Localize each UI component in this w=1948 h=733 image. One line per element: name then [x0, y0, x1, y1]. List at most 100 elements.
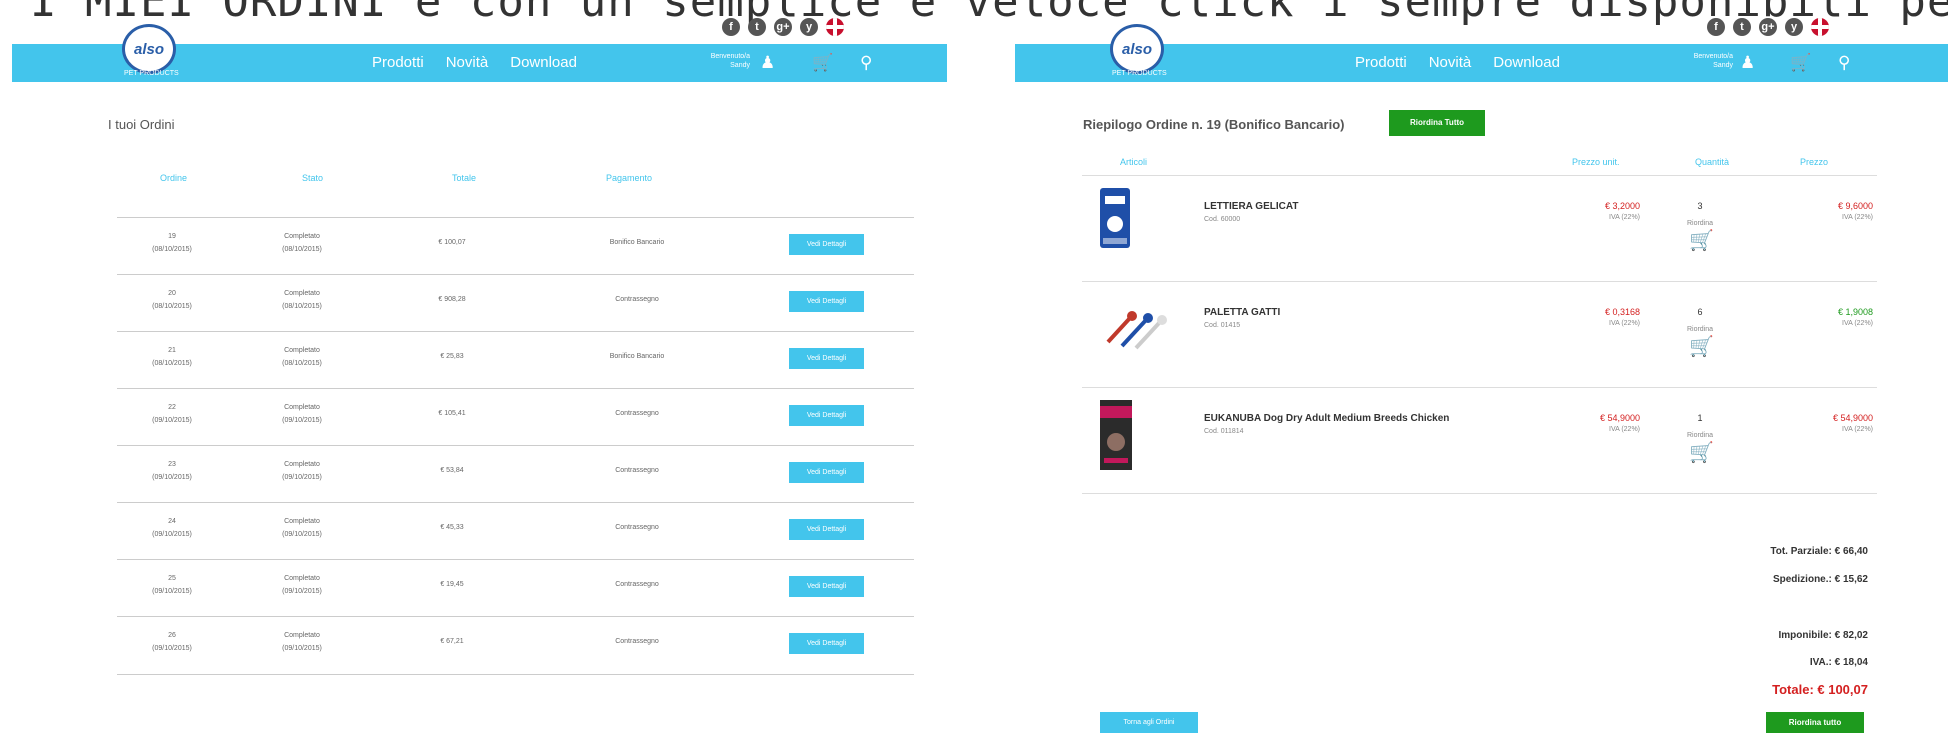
- col-quantita: Quantità: [1695, 157, 1730, 167]
- order-detail-panel: f t g+ y also PET PRODUCTS Prodotti Novi…: [1005, 0, 1948, 733]
- search-icon[interactable]: ⚲: [860, 54, 872, 72]
- col-totale: Totale: [452, 173, 477, 183]
- twitter-icon[interactable]: t: [748, 18, 766, 36]
- reorder-all-button-top[interactable]: Riordina Tutto: [1389, 110, 1485, 136]
- order-payment: Contrassegno: [615, 410, 659, 417]
- view-details-button[interactable]: Vedi Dettagli: [789, 633, 864, 654]
- view-details-button[interactable]: Vedi Dettagli: [789, 405, 864, 426]
- view-details-button[interactable]: Vedi Dettagli: [789, 519, 864, 540]
- logo-subtitle: PET PRODUCTS: [124, 70, 179, 77]
- col-articoli: Articoli: [1120, 157, 1148, 167]
- nav-download[interactable]: Download: [510, 54, 577, 71]
- item-unit-price: € 0,3168: [1604, 307, 1640, 317]
- order-total: € 105,41: [438, 410, 466, 417]
- item-unit-iva: IVA (22%): [1609, 320, 1640, 327]
- order-number: 22 (09/10/2015): [152, 404, 192, 424]
- item-name: PALETTA GATTI: [1204, 307, 1281, 318]
- item-name: EUKANUBA Dog Dry Adult Medium Breeds Chi…: [1204, 413, 1450, 424]
- order-number: 24 (09/10/2015): [152, 518, 192, 538]
- cart-icon[interactable]: 🛒: [1790, 54, 1811, 72]
- taxable-amount: Imponibile: € 82,02: [1778, 630, 1868, 641]
- item-name: LETTIERA GELICAT: [1204, 201, 1299, 212]
- order-payment: Contrassegno: [615, 638, 659, 645]
- navbar: also PET PRODUCTS Prodotti Novità Downlo…: [1015, 24, 1948, 82]
- nav-prodotti[interactable]: Prodotti: [1355, 54, 1407, 71]
- nav-download[interactable]: Download: [1493, 54, 1560, 71]
- reorder-cart-icon[interactable]: 🛒: [1689, 443, 1714, 463]
- order-status: Completato (08/10/2015): [282, 290, 322, 310]
- reorder-all-button-bottom[interactable]: Riordina tutto: [1766, 712, 1864, 733]
- nav-novita[interactable]: Novità: [446, 54, 489, 71]
- table-row: 20 (08/10/2015) Completato (08/10/2015) € …: [117, 274, 914, 332]
- cart-icon[interactable]: 🛒: [812, 54, 833, 72]
- item-unit-price: € 54,9000: [1599, 413, 1640, 423]
- item-price: € 54,9000: [1832, 413, 1873, 423]
- view-details-button[interactable]: Vedi Dettagli: [789, 348, 864, 369]
- order-total: € 45,33: [440, 524, 464, 531]
- item-qty: 1: [1697, 413, 1703, 423]
- social-icons: f t g+ y: [1707, 18, 1829, 36]
- order-payment: Contrassegno: [615, 524, 659, 531]
- view-details-button[interactable]: Vedi Dettagli: [789, 462, 864, 483]
- order-payment: Contrassegno: [615, 467, 659, 474]
- search-icon[interactable]: ⚲: [1838, 54, 1850, 72]
- logo[interactable]: also: [1110, 24, 1164, 74]
- item-price: € 9,6000: [1837, 201, 1873, 211]
- item-qty: 3: [1697, 201, 1703, 211]
- table-row: 23 (09/10/2015) Completato (09/10/2015) € …: [117, 445, 914, 503]
- navbar: also PET PRODUCTS Prodotti Novità Downlo…: [12, 24, 947, 82]
- orders-panel: f t g+ y also PET PRODUCTS Prodotti Novi…: [0, 0, 960, 733]
- reorder-cart-icon[interactable]: 🛒: [1689, 337, 1714, 357]
- uk-flag-icon[interactable]: [1811, 18, 1829, 36]
- order-item: LETTIERA GELICAT Cod. 60000 € 3,2000 IVA…: [1082, 175, 1877, 281]
- item-qty: 6: [1697, 307, 1703, 317]
- reorder-cart-icon[interactable]: 🛒: [1689, 231, 1714, 251]
- product-image-gelicat: [1100, 188, 1130, 253]
- item-unit-iva: IVA (22%): [1609, 214, 1640, 221]
- col-prezzo: Prezzo: [1800, 157, 1829, 167]
- item-unit-iva: IVA (22%): [1609, 426, 1640, 433]
- item-price: € 1,9008: [1837, 307, 1873, 317]
- social-icons: f t g+ y: [722, 18, 844, 36]
- facebook-icon[interactable]: f: [722, 18, 740, 36]
- youtube-icon[interactable]: y: [1785, 18, 1803, 36]
- user-icon[interactable]: ♟: [1740, 54, 1755, 72]
- view-details-button[interactable]: Vedi Dettagli: [789, 234, 864, 255]
- order-item: PALETTA GATTI Cod. 01415 € 0,3168 IVA (2…: [1082, 281, 1877, 387]
- order-status: Completato (09/10/2015): [282, 632, 322, 652]
- username: Sandy: [1713, 62, 1733, 69]
- back-to-orders-button[interactable]: Torna agli Ordini: [1100, 712, 1198, 733]
- logo-text: also: [1121, 40, 1152, 58]
- twitter-icon[interactable]: t: [1733, 18, 1751, 36]
- welcome-text: Benvenuto/a Sandy: [692, 52, 750, 70]
- welcome-text: Benvenuto/a Sandy: [1675, 52, 1733, 70]
- uk-flag-icon[interactable]: [826, 18, 844, 36]
- google-plus-icon[interactable]: g+: [774, 18, 792, 36]
- order-number: 25 (09/10/2015): [152, 575, 192, 595]
- table-row: 21 (08/10/2015) Completato (08/10/2015) € …: [117, 331, 914, 389]
- order-payment: Contrassegno: [615, 296, 659, 303]
- google-plus-icon[interactable]: g+: [1759, 18, 1777, 36]
- view-details-button[interactable]: Vedi Dettagli: [789, 291, 864, 312]
- logo[interactable]: also: [122, 24, 176, 74]
- vat-amount: IVA.: € 18,04: [1809, 657, 1868, 668]
- welcome-line: Benvenuto/a: [1693, 53, 1733, 60]
- order-payment: Contrassegno: [615, 581, 659, 588]
- nav-prodotti[interactable]: Prodotti: [372, 54, 424, 71]
- order-total: Totale: € 100,07: [1772, 682, 1868, 697]
- youtube-icon[interactable]: y: [800, 18, 818, 36]
- user-icon[interactable]: ♟: [760, 54, 775, 72]
- product-image-paletta: [1100, 302, 1170, 357]
- col-ordine: Ordine: [160, 173, 188, 183]
- product-image-eukanuba: [1100, 400, 1132, 475]
- order-item: EUKANUBA Dog Dry Adult Medium Breeds Chi…: [1082, 387, 1877, 494]
- reorder-label: Riordina: [1686, 432, 1714, 439]
- facebook-icon[interactable]: f: [1707, 18, 1725, 36]
- item-price-iva: IVA (22%): [1842, 320, 1873, 327]
- item-code: Cod. 60000: [1204, 216, 1241, 223]
- item-unit-price: € 3,2000: [1604, 201, 1640, 211]
- nav-novita[interactable]: Novità: [1429, 54, 1472, 71]
- view-details-button[interactable]: Vedi Dettagli: [789, 576, 864, 597]
- order-number: 21 (08/10/2015): [152, 347, 192, 367]
- reorder-label: Riordina: [1686, 220, 1714, 227]
